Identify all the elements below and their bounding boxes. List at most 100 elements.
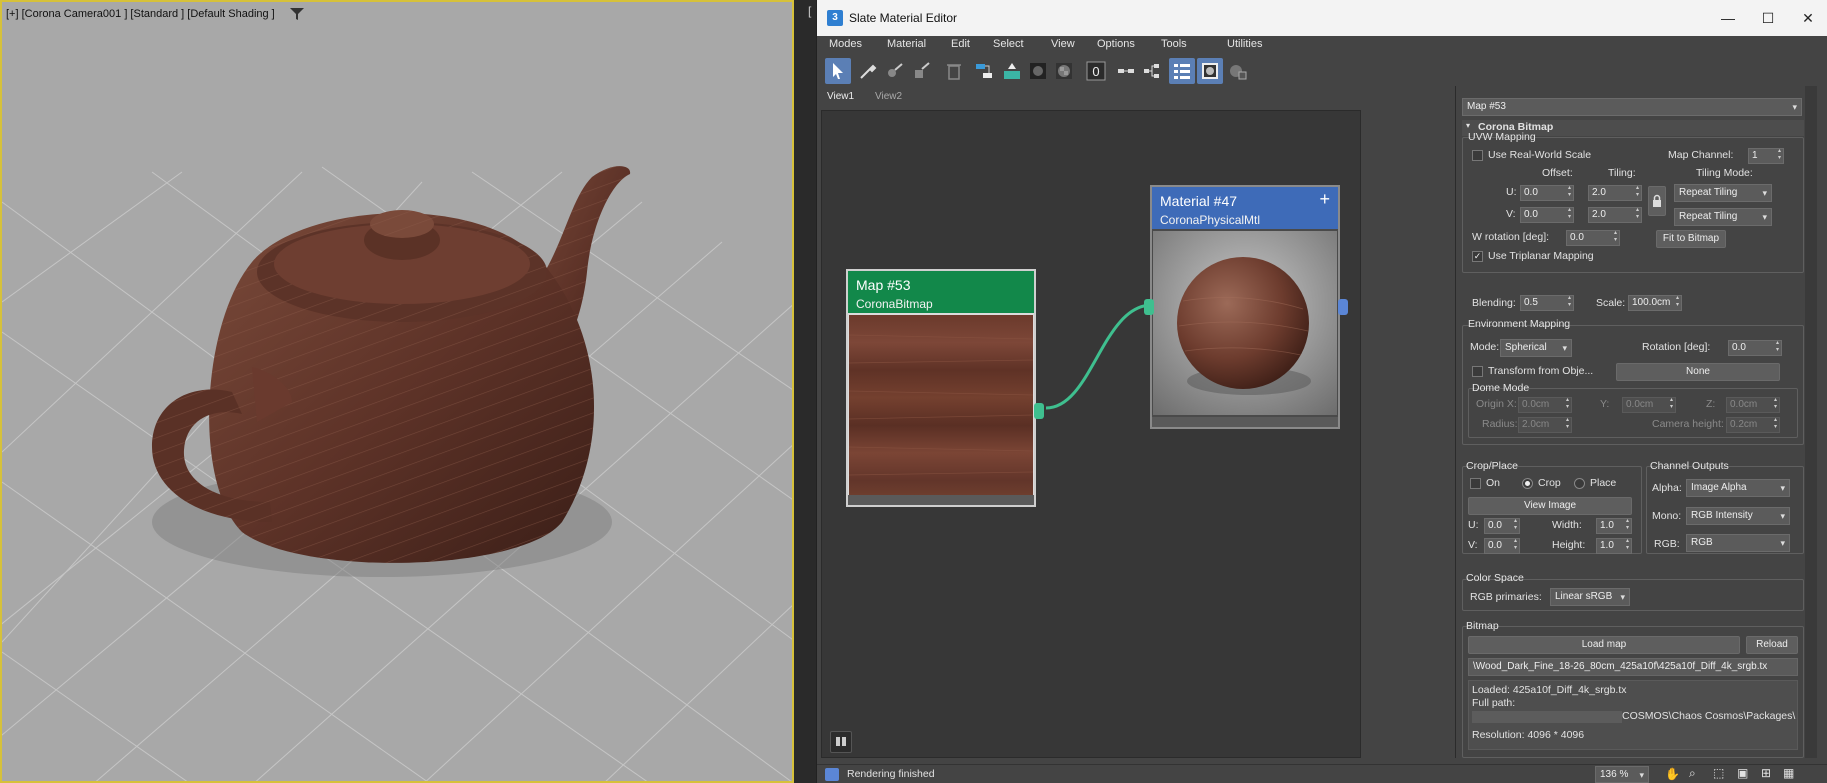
title-bar[interactable]: 3 Slate Material Editor — ☐ ✕ [817,0,1827,36]
u-offset-spinner[interactable]: 0.0 [1520,185,1574,201]
map-channel-spinner[interactable]: 1 [1748,148,1784,164]
map-node-header[interactable]: Map #53 CoronaBitmap [848,271,1034,313]
menu-material[interactable]: Material [887,38,926,50]
env-mode-dropdown[interactable]: Spherical [1500,339,1572,357]
navigator-icon[interactable] [830,731,852,753]
rgb-dropdown[interactable]: RGB [1686,534,1790,552]
map-node-title: Map #53 [856,277,911,293]
pan-icon[interactable]: ✋ [1665,767,1680,781]
env-rotation-spinner[interactable]: 0.0 [1728,340,1782,356]
list-icon[interactable] [1169,58,1195,84]
origin-y-label: Y: [1600,398,1610,410]
transform-object-none-button[interactable]: None [1616,363,1780,381]
delete-icon[interactable] [941,58,967,84]
crop-width-spinner[interactable]: 1.0 [1596,518,1632,534]
material-input-slot[interactable] [1144,299,1154,315]
use-triplanar-checkbox[interactable]: ✓ [1472,251,1483,262]
tab-view1[interactable]: View1 [827,91,854,102]
camera-height-spinner[interactable]: 0.2cm [1726,417,1780,433]
alpha-dropdown[interactable]: Image Alpha [1686,479,1790,497]
render-status-icon [825,768,839,781]
zero-icon[interactable]: 0 [1083,58,1109,84]
scale-spinner[interactable]: 100.0cm [1628,295,1682,311]
maximize-button[interactable]: ☐ [1748,6,1788,30]
menu-edit[interactable]: Edit [951,38,970,50]
preview-icon[interactable] [1197,58,1223,84]
color-space-title: Color Space [1466,572,1524,584]
reload-button[interactable]: Reload [1746,636,1798,654]
material-node-header[interactable]: Material #47 CoronaPhysicalMtl + [1152,187,1338,229]
u-tiling-mode-dropdown[interactable]: Repeat Tiling [1674,184,1772,202]
material-node-title: Material #47 [1160,193,1238,209]
select-arrow-icon[interactable] [825,58,851,84]
zoom-selected-icon[interactable]: ⊞ [1761,766,1771,780]
blending-spinner[interactable]: 0.5 [1520,295,1574,311]
crop-radio[interactable] [1522,478,1533,489]
u-tiling-spinner[interactable]: 2.0 [1588,185,1642,201]
v-tiling-mode-dropdown[interactable]: Repeat Tiling [1674,208,1772,226]
place-radio[interactable] [1574,478,1585,489]
node-canvas[interactable]: Map #53 CoronaBitmap Material #47 Corona… [821,110,1361,758]
material-node[interactable]: Material #47 CoronaPhysicalMtl + [1144,185,1348,429]
v-tiling-spinner[interactable]: 2.0 [1588,207,1642,223]
status-bar: Rendering finished 136 % ✋ ⌕ ⬚ ▣ ⊞ ▦ [817,764,1827,783]
w-rotation-spinner[interactable]: 0.0 [1566,230,1620,246]
mono-dropdown[interactable]: RGB Intensity [1686,507,1790,525]
add-icon[interactable]: + [1319,189,1330,210]
v-offset-spinner[interactable]: 0.0 [1520,207,1574,223]
rgb-primaries-label: RGB primaries: [1470,591,1542,603]
filter-icon[interactable] [290,8,304,20]
slate-material-editor-window: 3 Slate Material Editor — ☐ ✕ Modes Mate… [816,0,1827,783]
map-output-slot[interactable] [1034,403,1044,419]
map-node[interactable]: Map #53 CoronaBitmap [846,269,1044,507]
tree-layout-icon[interactable] [1139,58,1165,84]
checker-icon[interactable] [1051,58,1077,84]
radius-spinner[interactable]: 2.0cm [1518,417,1572,433]
menu-modes[interactable]: Modes [829,38,862,50]
load-map-button[interactable]: Load map [1468,636,1740,654]
menu-utilities[interactable]: Utilities [1227,38,1262,50]
zoom-extents-icon[interactable]: ▣ [1737,766,1748,780]
origin-x-spinner[interactable]: 0.0cm [1518,397,1572,413]
hide-slots-icon[interactable] [1113,58,1139,84]
menu-tools[interactable]: Tools [1161,38,1187,50]
bitmap-path-field[interactable]: \Wood_Dark_Fine_18-26_80cm_425a10f\425a1… [1468,658,1798,676]
minimize-button[interactable]: — [1708,6,1748,30]
origin-z-spinner[interactable]: 0.0cm [1726,397,1780,413]
camera-viewport[interactable]: [+] [Corona Camera001 ] [Standard ] [Def… [0,0,794,783]
menu-options[interactable]: Options [1097,38,1135,50]
zero-icon-label: 0 [1092,64,1099,79]
fit-to-bitmap-button[interactable]: Fit to Bitmap [1656,230,1726,248]
view-image-button[interactable]: View Image [1468,497,1632,515]
use-real-world-label: Use Real-World Scale [1488,149,1592,161]
viewport-label[interactable]: [+] [Corona Camera001 ] [Standard ] [Def… [6,8,275,20]
eyedropper-icon[interactable] [855,58,881,84]
panel-scrollbar[interactable] [1805,86,1817,758]
pick-material-icon[interactable] [883,58,909,84]
origin-y-spinner[interactable]: 0.0cm [1622,397,1676,413]
close-button[interactable]: ✕ [1788,6,1827,30]
layout-icon[interactable] [971,58,997,84]
assign-icon[interactable] [999,58,1025,84]
use-real-world-checkbox[interactable] [1472,150,1483,161]
frame-icon[interactable]: ▦ [1783,766,1794,780]
zoom-icon[interactable]: ⌕ [1689,766,1696,781]
crop-u-spinner[interactable]: 0.0 [1484,518,1520,534]
material-map-icon[interactable] [1225,58,1251,84]
menu-view[interactable]: View [1051,38,1075,50]
zoom-region-icon[interactable]: ⬚ [1713,766,1724,780]
lock-icon[interactable] [1648,186,1666,216]
uvw-mapping-title: UVW Mapping [1468,131,1536,143]
tab-view2[interactable]: View2 [875,91,902,102]
material-output-slot[interactable] [1338,299,1348,315]
show-background-icon[interactable] [1025,58,1051,84]
menu-select[interactable]: Select [993,38,1024,50]
crop-v-spinner[interactable]: 0.0 [1484,538,1520,554]
crop-on-checkbox[interactable] [1470,478,1481,489]
zoom-dropdown[interactable]: 136 % [1595,766,1649,783]
transform-from-object-checkbox[interactable] [1472,366,1483,377]
put-material-icon[interactable] [909,58,935,84]
rgb-primaries-dropdown[interactable]: Linear sRGB [1550,588,1630,606]
map-selector-dropdown[interactable]: Map #53 [1462,98,1802,116]
crop-height-spinner[interactable]: 1.0 [1596,538,1632,554]
